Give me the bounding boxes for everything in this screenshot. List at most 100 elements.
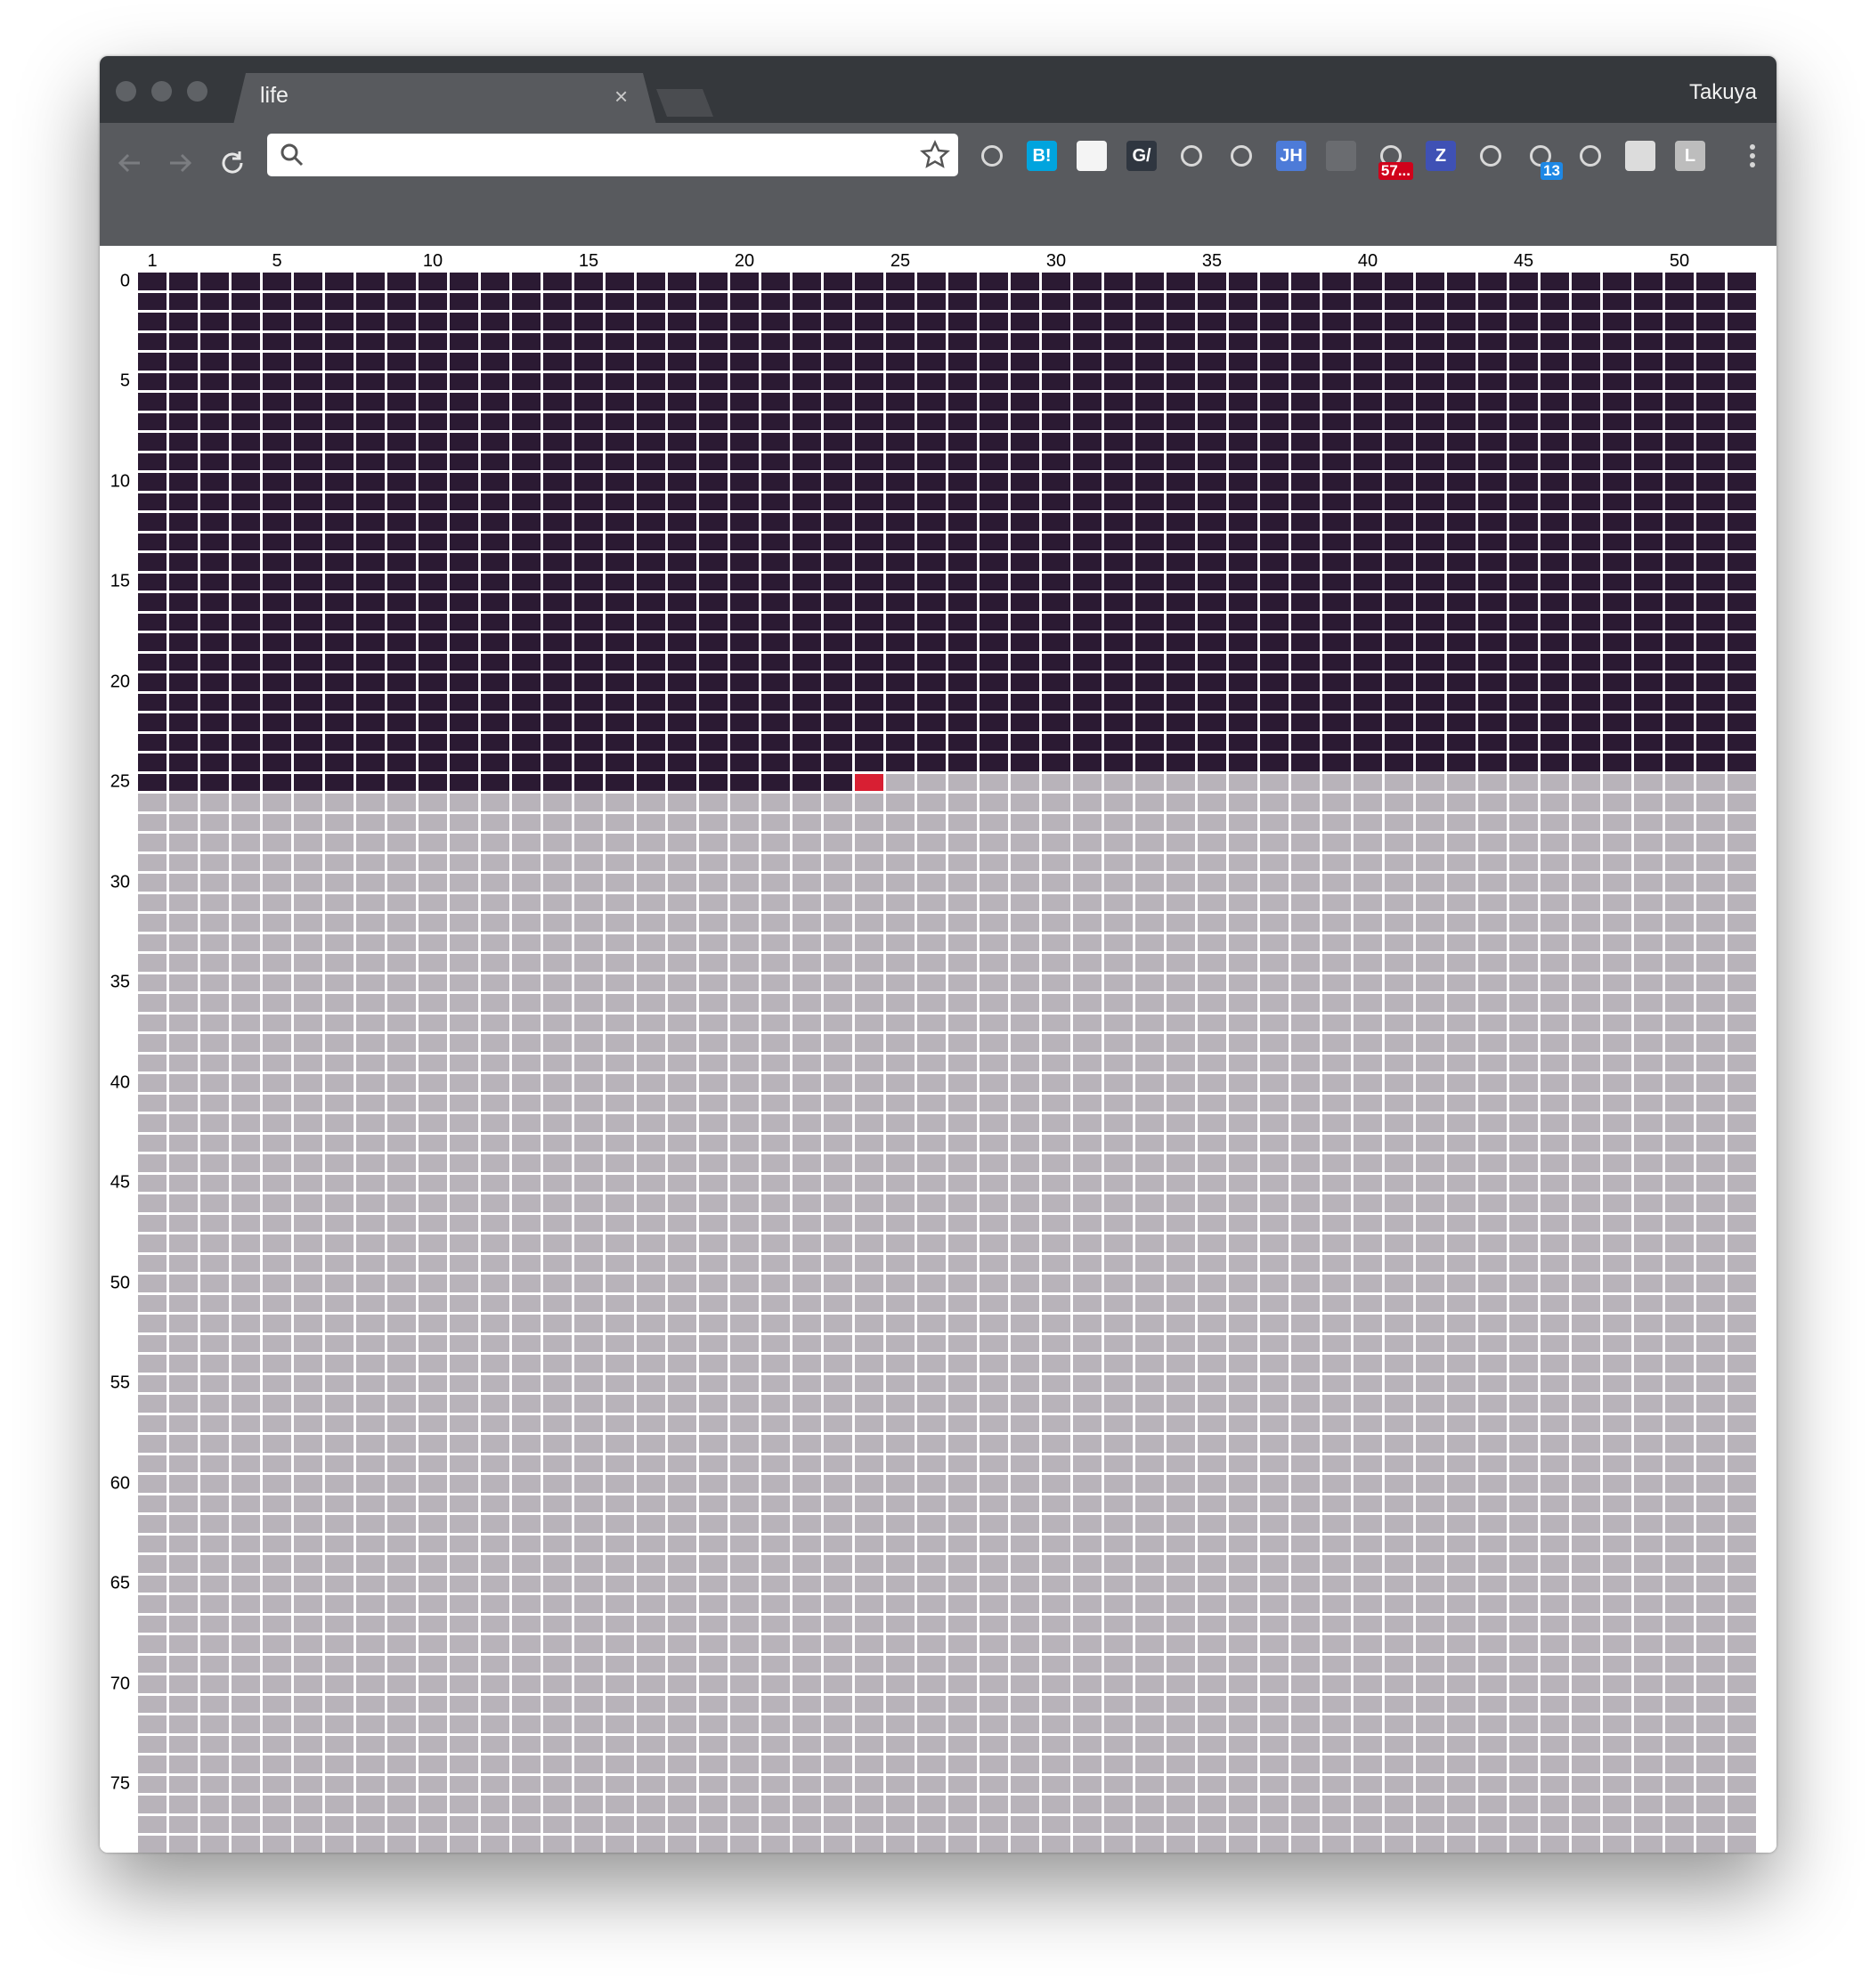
grid-cell[interactable] [574,1475,603,1493]
grid-cell[interactable] [1104,874,1133,892]
grid-cell[interactable] [761,853,790,871]
grid-cell[interactable] [543,613,572,631]
grid-cell[interactable] [138,1815,167,1833]
grid-cell[interactable] [512,733,541,751]
grid-cell[interactable] [1572,573,1600,591]
grid-cell[interactable] [1447,1775,1476,1793]
grid-cell[interactable] [1073,773,1102,791]
grid-cell[interactable] [169,353,198,371]
grid-cell[interactable] [948,613,977,631]
grid-cell[interactable] [1728,1675,1756,1693]
grid-cell[interactable] [824,1675,852,1693]
grid-cell[interactable] [543,1154,572,1172]
grid-cell[interactable] [668,874,696,892]
grid-cell[interactable] [419,1575,447,1593]
grid-cell[interactable] [1416,1675,1444,1693]
grid-cell[interactable] [1011,513,1039,531]
grid-cell[interactable] [419,533,447,550]
grid-cell[interactable] [1447,353,1476,371]
grid-cell[interactable] [574,693,603,711]
grid-cell[interactable] [325,1034,354,1052]
grid-cell[interactable] [886,313,915,330]
grid-cell[interactable] [980,754,1008,771]
grid-cell[interactable] [1603,1074,1631,1092]
grid-cell[interactable] [730,1355,759,1373]
grid-cell[interactable] [1509,1615,1538,1633]
grid-cell[interactable] [1167,553,1195,571]
grid-cell[interactable] [1011,372,1039,390]
grid-cell[interactable] [917,1334,946,1352]
grid-cell[interactable] [1416,1074,1444,1092]
grid-cell[interactable] [200,1374,229,1392]
grid-cell[interactable] [1728,713,1756,731]
grid-cell[interactable] [637,1194,665,1212]
grid-cell[interactable] [1322,412,1351,430]
grid-cell[interactable] [1665,1475,1694,1493]
grid-cell[interactable] [1447,834,1476,851]
grid-cell[interactable] [419,693,447,711]
grid-cell[interactable] [1541,754,1569,771]
grid-cell[interactable] [855,893,883,911]
grid-cell[interactable] [263,1395,291,1413]
grid-cell[interactable] [1104,1414,1133,1432]
grid-cell[interactable] [387,533,416,550]
grid-cell[interactable] [512,1154,541,1172]
grid-cell[interactable] [1291,1114,1320,1132]
grid-cell[interactable] [1167,914,1195,932]
grid-cell[interactable] [668,1154,696,1172]
grid-cell[interactable] [169,1094,198,1112]
grid-cell[interactable] [1385,933,1413,951]
grid-cell[interactable] [886,1054,915,1071]
grid-cell[interactable] [294,593,322,611]
grid-cell[interactable] [263,1234,291,1252]
grid-cell[interactable] [512,853,541,871]
grid-cell[interactable] [1541,874,1569,892]
grid-cell[interactable] [1229,673,1257,691]
grid-cell[interactable] [886,853,915,871]
grid-cell[interactable] [855,1034,883,1052]
grid-cell[interactable] [574,914,603,932]
grid-cell[interactable] [1260,1094,1289,1112]
grid-cell[interactable] [1603,273,1631,290]
grid-cell[interactable] [855,834,883,851]
grid-cell[interactable] [699,1535,728,1552]
grid-cell[interactable] [1354,1154,1382,1172]
grid-cell[interactable] [169,673,198,691]
grid-cell[interactable] [1260,1495,1289,1512]
grid-cell[interactable] [730,754,759,771]
grid-cell[interactable] [980,393,1008,411]
grid-cell[interactable] [169,1134,198,1152]
grid-cell[interactable] [699,433,728,451]
grid-cell[interactable] [263,1535,291,1552]
grid-cell[interactable] [917,1435,946,1453]
grid-cell[interactable] [1385,1815,1413,1833]
grid-cell[interactable] [1728,1796,1756,1813]
grid-cell[interactable] [1416,1334,1444,1352]
grid-cell[interactable] [574,1414,603,1432]
grid-cell[interactable] [855,1836,883,1853]
grid-cell[interactable] [450,273,478,290]
tab-close-icon[interactable]: × [614,83,628,110]
grid-cell[interactable] [200,393,229,411]
grid-cell[interactable] [1603,1414,1631,1432]
grid-cell[interactable] [1042,874,1070,892]
grid-cell[interactable] [1665,1655,1694,1673]
grid-cell[interactable] [980,553,1008,571]
grid-cell[interactable] [356,332,385,350]
grid-cell[interactable] [1011,292,1039,310]
grid-cell[interactable] [1322,1635,1351,1653]
grid-cell[interactable] [169,813,198,831]
grid-cell[interactable] [200,773,229,791]
grid-cell[interactable] [543,452,572,470]
grid-cell[interactable] [855,853,883,871]
grid-cell[interactable] [138,713,167,731]
grid-cell[interactable] [1385,693,1413,711]
grid-cell[interactable] [1447,794,1476,811]
grid-cell[interactable] [512,1275,541,1292]
grid-cell[interactable] [793,1435,821,1453]
grid-cell[interactable] [512,794,541,811]
grid-cell[interactable] [169,1675,198,1693]
grid-cell[interactable] [730,593,759,611]
grid-cell[interactable] [824,954,852,972]
grid-cell[interactable] [761,1695,790,1713]
